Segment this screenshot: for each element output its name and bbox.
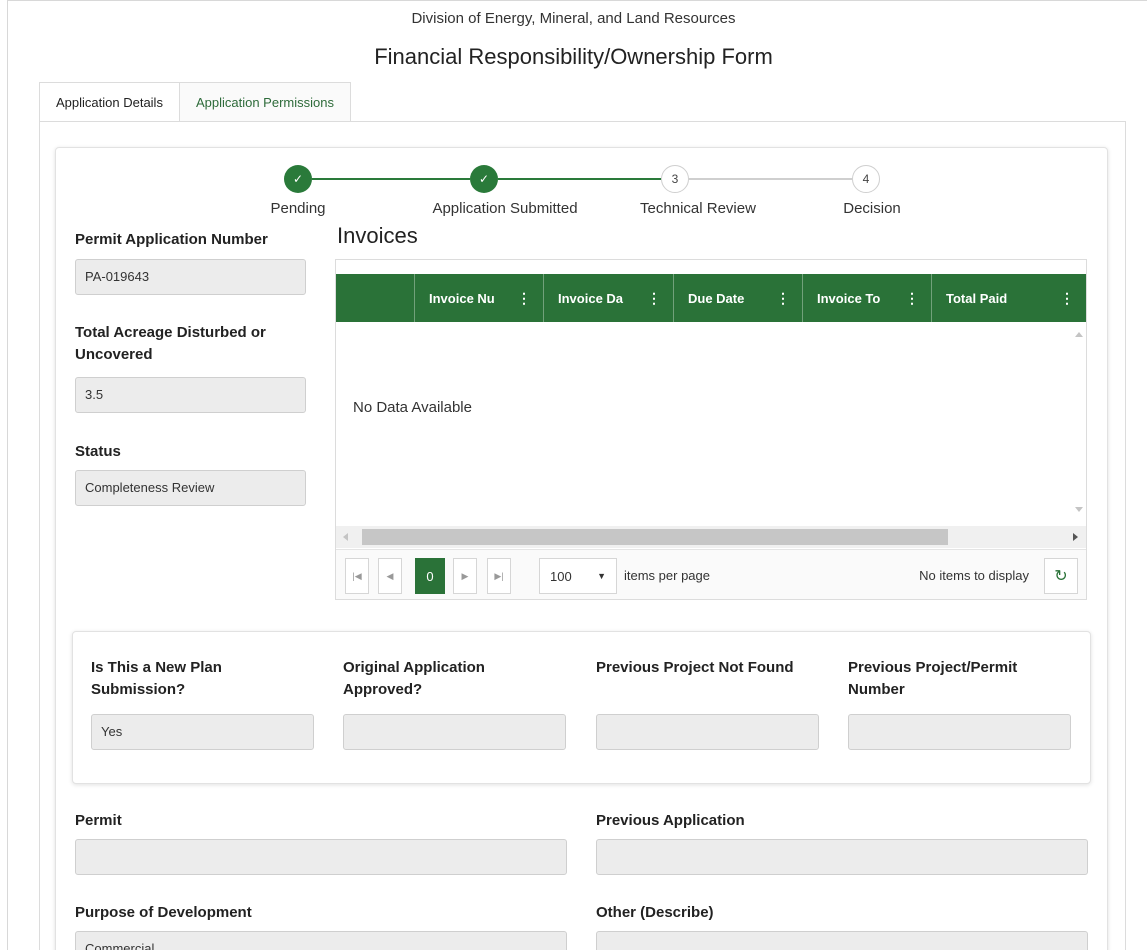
grid-header-select bbox=[336, 274, 415, 322]
scrollbar-thumb[interactable] bbox=[362, 529, 948, 545]
vertical-scrollbar[interactable] bbox=[1070, 322, 1086, 522]
total-acreage-field: 3.5 bbox=[75, 377, 306, 413]
column-menu-icon[interactable]: ⋮ bbox=[517, 290, 531, 307]
scroll-down-icon[interactable] bbox=[1075, 507, 1083, 512]
step-connector bbox=[498, 178, 661, 180]
tab-application-permissions[interactable]: Application Permissions bbox=[178, 82, 351, 122]
other-describe-field bbox=[596, 931, 1088, 950]
step-label-application-submitted: Application Submitted bbox=[432, 200, 578, 217]
tab-bar: Application Details Application Permissi… bbox=[39, 82, 351, 122]
grid-header: Invoice Nu ⋮ Invoice Da ⋮ Due Date ⋮ Invoic… bbox=[336, 274, 1086, 322]
new-plan-label: Is This a New Plan Submission? bbox=[91, 659, 222, 698]
step-label-pending: Pending bbox=[270, 200, 326, 217]
no-data-message: No Data Available bbox=[353, 399, 472, 416]
last-page-icon[interactable]: ▶| bbox=[487, 558, 511, 594]
next-page-icon[interactable]: ▶ bbox=[453, 558, 477, 594]
column-title: Invoice To bbox=[817, 290, 881, 306]
permit-label: Permit bbox=[75, 812, 122, 829]
scroll-up-icon[interactable] bbox=[1075, 332, 1083, 337]
column-menu-icon[interactable]: ⋮ bbox=[647, 290, 661, 307]
column-title: Invoice Da bbox=[558, 290, 624, 306]
step-label-technical-review: Technical Review bbox=[640, 200, 756, 217]
step-2-check-icon: ✓ bbox=[470, 165, 498, 193]
plan-submission-panel bbox=[72, 631, 1091, 784]
permit-field bbox=[75, 839, 567, 875]
column-menu-icon[interactable]: ⋮ bbox=[776, 290, 790, 307]
tab-application-details[interactable]: Application Details bbox=[39, 82, 180, 122]
step-connector bbox=[312, 178, 470, 180]
previous-application-label: Previous Application bbox=[596, 812, 745, 829]
current-page-button[interactable]: 0 bbox=[415, 558, 445, 594]
new-plan-field: Yes bbox=[91, 714, 314, 750]
column-title: Total Paid bbox=[946, 290, 1008, 306]
grid-header-invoice-date[interactable]: Invoice Da ⋮ bbox=[544, 274, 674, 322]
step-1-check-icon: ✓ bbox=[284, 165, 312, 193]
page-size-value: 100 bbox=[550, 568, 572, 584]
previous-project-not-found-label: Previous Project Not Found bbox=[596, 659, 794, 676]
prev-page-icon[interactable]: ◀ bbox=[378, 558, 402, 594]
column-menu-icon[interactable]: ⋮ bbox=[905, 290, 919, 307]
step-connector bbox=[689, 178, 852, 180]
chevron-down-icon: ▼ bbox=[597, 571, 606, 581]
invoices-grid: Invoice Nu ⋮ Invoice Da ⋮ Due Date ⋮ Invoic… bbox=[335, 259, 1087, 600]
scroll-right-icon[interactable] bbox=[1073, 533, 1078, 541]
pager-status: No items to display bbox=[919, 568, 1029, 583]
division-name: Division of Energy, Mineral, and Land Re… bbox=[411, 10, 736, 27]
step-4-marker: 4 bbox=[852, 165, 880, 193]
grid-header-total-paid[interactable]: Total Paid ⋮ bbox=[932, 274, 1086, 322]
status-field: Completeness Review bbox=[75, 470, 306, 506]
status-label: Status bbox=[75, 443, 121, 460]
purpose-of-development-label: Purpose of Development bbox=[75, 904, 252, 921]
refresh-icon[interactable]: ↻ bbox=[1044, 558, 1078, 594]
previous-permit-number-label: Previous Project/Permit Number bbox=[848, 659, 1018, 698]
column-title: Invoice Nu bbox=[429, 290, 495, 306]
original-approved-field bbox=[343, 714, 566, 750]
scroll-left-icon[interactable] bbox=[343, 533, 348, 541]
grid-header-invoice-total[interactable]: Invoice To ⋮ bbox=[803, 274, 932, 322]
previous-application-field bbox=[596, 839, 1088, 875]
grid-pager: |◀ ◀ 0 ▶ ▶| 100 ▼ items per page No item… bbox=[336, 549, 1086, 599]
purpose-of-development-field: Commercial bbox=[75, 931, 567, 950]
step-3-marker: 3 bbox=[661, 165, 689, 193]
grid-header-due-date[interactable]: Due Date ⋮ bbox=[674, 274, 803, 322]
total-acreage-label: Total Acreage Disturbed or Uncovered bbox=[75, 324, 266, 363]
grid-header-invoice-number[interactable]: Invoice Nu ⋮ bbox=[415, 274, 544, 322]
step-label-decision: Decision bbox=[843, 200, 901, 217]
column-menu-icon[interactable]: ⋮ bbox=[1060, 290, 1074, 307]
original-approved-label: Original Application Approved? bbox=[343, 659, 485, 698]
previous-project-not-found-field bbox=[596, 714, 819, 750]
first-page-icon[interactable]: |◀ bbox=[345, 558, 369, 594]
permit-application-number-field: PA-019643 bbox=[75, 259, 306, 295]
permit-application-number-label: Permit Application Number bbox=[75, 231, 268, 248]
other-describe-label: Other (Describe) bbox=[596, 904, 714, 921]
column-title: Due Date bbox=[688, 290, 745, 306]
previous-permit-number-field bbox=[848, 714, 1071, 750]
page-title: Financial Responsibility/Ownership Form bbox=[374, 44, 773, 69]
items-per-page-label: items per page bbox=[624, 568, 710, 583]
horizontal-scrollbar[interactable] bbox=[336, 526, 1086, 548]
invoices-title: Invoices bbox=[337, 223, 418, 248]
page-size-select[interactable]: 100 ▼ bbox=[539, 558, 617, 594]
